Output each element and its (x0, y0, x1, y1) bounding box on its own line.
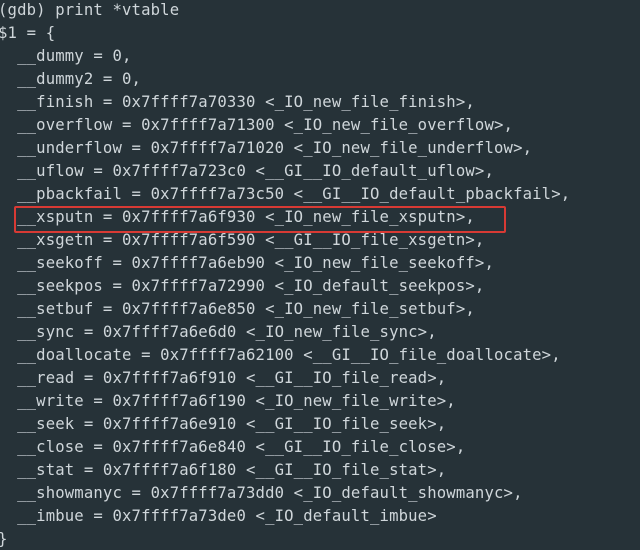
vtable-entry-stat: __stat = 0x7ffff7a6f180 <__GI__IO_file_s… (0, 461, 447, 479)
vtable-entry-overflow: __overflow = 0x7ffff7a71300 <_IO_new_fil… (0, 116, 514, 134)
vtable-entry-dummy: __dummy = 0, (0, 47, 132, 65)
vtable-entry-read: __read = 0x7ffff7a6f910 <__GI__IO_file_r… (0, 369, 447, 387)
terminal-window[interactable]: (gdb) print *vtable $1 = { __dummy = 0, … (0, 0, 640, 550)
vtable-entry-seekpos: __seekpos = 0x7ffff7a72990 <_IO_default_… (0, 277, 485, 295)
vtable-entry-sync: __sync = 0x7ffff7a6e6d0 <_IO_new_file_sy… (0, 323, 437, 341)
vtable-entry-showmanyc: __showmanyc = 0x7ffff7a73dd0 <_IO_defaul… (0, 484, 523, 502)
vtable-entry-dummy2: __dummy2 = 0, (0, 70, 142, 88)
vtable-entry-imbue: __imbue = 0x7ffff7a73de0 <_IO_default_im… (0, 507, 437, 525)
vtable-entry-seek: __seek = 0x7ffff7a6e910 <__GI__IO_file_s… (0, 415, 447, 433)
result-open-line: $1 = { (0, 24, 56, 42)
vtable-entry-pbackfail: __pbackfail = 0x7ffff7a73c50 <__GI__IO_d… (0, 185, 571, 203)
vtable-entry-doallocate: __doallocate = 0x7ffff7a62100 <__GI__IO_… (0, 346, 561, 364)
xsputn-highlight-box (14, 206, 506, 233)
vtable-entry-finish: __finish = 0x7ffff7a70330 <_IO_new_file_… (0, 93, 475, 111)
vtable-entry-write: __write = 0x7ffff7a6f190 <_IO_new_file_w… (0, 392, 456, 410)
vtable-entry-close: __close = 0x7ffff7a6e840 <__GI__IO_file_… (0, 438, 466, 456)
gdb-command-line: (gdb) print *vtable (0, 1, 180, 19)
vtable-entry-setbuf: __setbuf = 0x7ffff7a6e850 <_IO_new_file_… (0, 300, 475, 318)
result-close-line: } (0, 528, 8, 550)
vtable-entry-uflow: __uflow = 0x7ffff7a723c0 <__GI__IO_defau… (0, 162, 494, 180)
vtable-entry-underflow: __underflow = 0x7ffff7a71020 <_IO_new_fi… (0, 139, 533, 157)
vtable-entry-seekoff: __seekoff = 0x7ffff7a6eb90 <_IO_new_file… (0, 254, 494, 272)
